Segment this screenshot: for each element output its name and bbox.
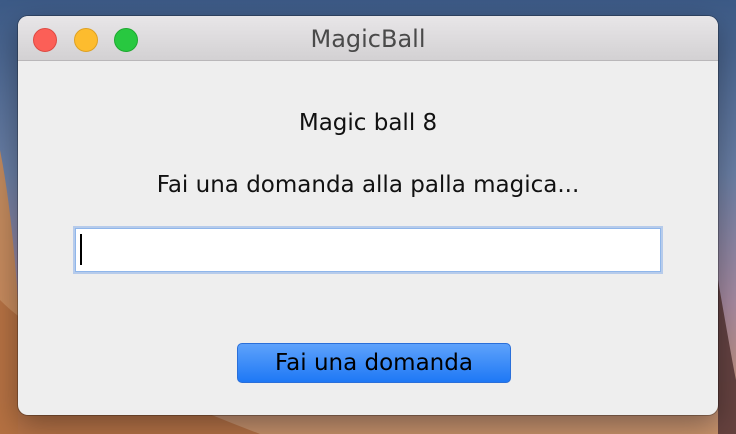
question-prompt-label: Fai una domanda alla palla magica... (156, 172, 580, 198)
app-heading: Magic ball 8 (298, 110, 438, 136)
question-input[interactable] (75, 228, 661, 272)
window-title: MagicBall (310, 25, 426, 53)
magicball-window: MagicBall Magic ball 8 Fai una domanda a… (18, 16, 718, 415)
title-bar: MagicBall (18, 16, 718, 61)
ask-question-button[interactable]: Fai una domanda (237, 343, 511, 383)
text-cursor (80, 234, 82, 265)
